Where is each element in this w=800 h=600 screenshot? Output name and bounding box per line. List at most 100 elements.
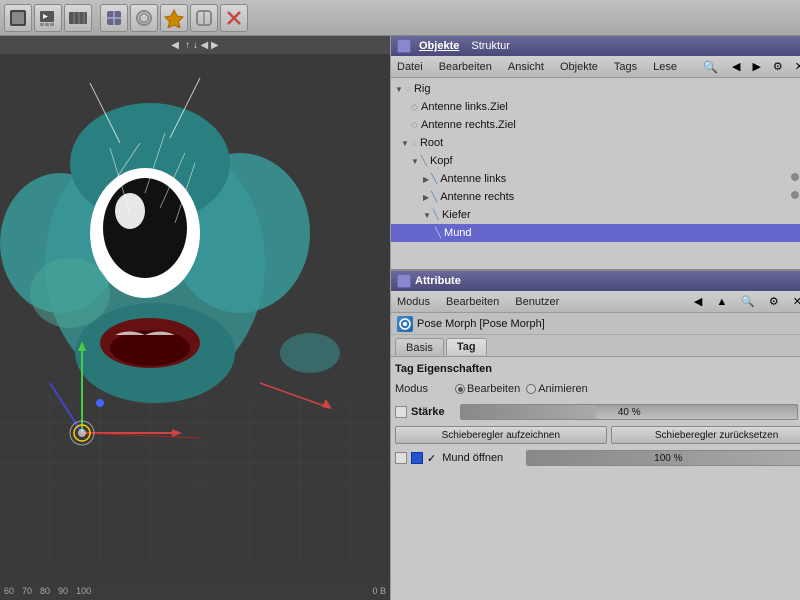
tab-basis[interactable]: Basis <box>395 338 444 356</box>
tree-item-antenne-links-ziel[interactable]: ⬦ Antenne links.Ziel <box>391 98 800 116</box>
tree-icon-kopf: ╲ <box>421 156 427 167</box>
settings-icon[interactable]: ⚙ <box>773 60 783 73</box>
tree-label-al2: Antenne links <box>440 173 800 185</box>
attr-nav-left[interactable]: ◀ <box>694 295 702 308</box>
attr-menu-modus[interactable]: Modus <box>395 296 432 308</box>
tick-60: 60 <box>4 586 14 596</box>
slider-buttons: Schieberegler aufzeichnen Schieberegler … <box>395 426 800 444</box>
right-panel: Objekte Struktur Datei Bearbeiten Ansich… <box>390 36 800 600</box>
obj-menu-bearbeiten[interactable]: Bearbeiten <box>437 61 494 73</box>
toolbar-btn-5[interactable] <box>130 4 158 32</box>
tree-item-root[interactable]: ▼ ○ Root <box>391 134 800 152</box>
attr-content: Tag Eigenschaften Modus Bearbeiten <box>391 357 800 600</box>
tick-80: 80 <box>40 586 50 596</box>
object-manager: Objekte Struktur Datei Bearbeiten Ansich… <box>391 36 800 271</box>
tree-item-antenne-rechts-ziel[interactable]: ⬦ Antenne rechts.Ziel <box>391 116 800 134</box>
search-icon[interactable]: 🔍 <box>703 60 718 74</box>
nav-right-icon[interactable]: ▶ <box>752 60 760 73</box>
tree-arrow-al2: ▶ <box>423 175 429 184</box>
tree-icon-ar2: ╲ <box>431 192 437 203</box>
radio-bearbeiten-label: Bearbeiten <box>467 383 520 395</box>
starke-checkbox[interactable] <box>395 406 407 418</box>
radio-bearbeiten[interactable]: Bearbeiten <box>455 383 520 395</box>
tree-label-root: Root <box>420 137 800 149</box>
tree-item-antenne-links[interactable]: ▶ ╲ Antenne links ✕ <box>391 170 800 188</box>
viewport-nav-arrows[interactable]: ↑ ↓ ◀ ▶ <box>185 40 219 51</box>
tree-dots-ar2: ✕ <box>791 191 800 204</box>
radio-animieren-label: Animieren <box>538 383 588 395</box>
mund-slider[interactable]: 100 % <box>526 450 800 466</box>
toolbar-btn-1[interactable] <box>4 4 32 32</box>
attr-tabs: Basis Tag <box>391 335 800 357</box>
main-toolbar <box>0 0 800 36</box>
modus-label: Modus <box>395 383 455 395</box>
starke-slider[interactable]: 40 % <box>460 404 798 420</box>
toolbar-btn-close[interactable] <box>220 4 248 32</box>
tree-arrow-kopf: ▼ <box>411 157 419 166</box>
obj-tab-struktur[interactable]: Struktur <box>467 40 514 52</box>
tree-item-kiefer[interactable]: ▼ ╲ Kiefer <box>391 206 800 224</box>
toolbar-btn-7[interactable] <box>190 4 218 32</box>
tree-item-kopf[interactable]: ▼ ╲ Kopf <box>391 152 800 170</box>
btn-aufzeichnen[interactable]: Schieberegler aufzeichnen <box>395 426 607 444</box>
attr-header: Attribute <box>391 271 800 291</box>
obj-menu-objekte[interactable]: Objekte <box>558 61 600 73</box>
attr-menu-benutzer[interactable]: Benutzer <box>513 296 561 308</box>
bottom-right-label: 0 B <box>372 586 386 596</box>
scene-svg <box>0 54 390 582</box>
obj-menu-ansicht[interactable]: Ansicht <box>506 61 546 73</box>
attr-nav-up[interactable]: ▲ <box>716 296 727 308</box>
attr-search-icon[interactable]: 🔍 <box>741 295 755 308</box>
tick-70: 70 <box>22 586 32 596</box>
mund-outer-checkbox[interactable] <box>395 452 407 464</box>
tree-icon-al: ⬦ <box>411 102 418 113</box>
pose-morph-icon <box>397 316 413 332</box>
toolbar-btn-3[interactable] <box>64 4 92 32</box>
dot1 <box>791 173 799 181</box>
radio-animieren[interactable]: Animieren <box>526 383 588 395</box>
attr-header-icon <box>397 274 411 288</box>
section-header-tag: Tag Eigenschaften <box>395 363 800 375</box>
tree-icon-ar: ⬦ <box>411 120 418 131</box>
tree-label-rig: Rig <box>414 83 800 95</box>
tick-90: 90 <box>58 586 68 596</box>
attr-close-icon[interactable]: ✕ <box>793 295 800 308</box>
attr-menu-bearbeiten[interactable]: Bearbeiten <box>444 296 501 308</box>
btn-zuruecksetzen[interactable]: Schieberegler zurücksetzen <box>611 426 800 444</box>
close-icon[interactable]: ✕ <box>795 60 800 73</box>
radio-animieren-circle <box>526 384 536 394</box>
attr-menubar: Modus Bearbeiten Benutzer ◀ ▲ 🔍 ⚙ ✕ + <box>391 291 800 313</box>
modus-row: Modus Bearbeiten Animieren <box>395 379 800 399</box>
starke-value: 40 % <box>618 407 641 418</box>
obj-manager-header: Objekte Struktur <box>391 36 800 56</box>
viewport-menu-icon[interactable]: ◀ <box>171 40 179 51</box>
viewport-bottombar: 60 70 80 90 100 0 B <box>0 582 390 600</box>
obj-menu-lese[interactable]: Lese <box>651 61 679 73</box>
object-tree: ▼ ○ Rig ⬦ Antenne links.Ziel <box>391 78 800 269</box>
tree-icon-al2: ╲ <box>431 174 437 185</box>
tree-item-antenne-rechts[interactable]: ▶ ╲ Antenne rechts ✕ <box>391 188 800 206</box>
tree-arrow-ar2: ▶ <box>423 193 429 202</box>
obj-tab-objekte[interactable]: Objekte <box>415 40 463 52</box>
main-area: ◀ ↑ ↓ ◀ ▶ <box>0 36 800 600</box>
attr-settings-icon[interactable]: ⚙ <box>769 295 779 308</box>
obj-menu-tags[interactable]: Tags <box>612 61 639 73</box>
starke-fill <box>461 405 596 419</box>
tree-label-ar2: Antenne rechts <box>440 191 800 203</box>
tab-tag[interactable]: Tag <box>446 338 487 356</box>
radio-group: Bearbeiten Animieren <box>455 383 588 395</box>
tree-label-kiefer: Kiefer <box>442 209 800 221</box>
mund-row: ✓ Mund öffnen 100 % <box>395 447 800 469</box>
toolbar-btn-6[interactable] <box>160 4 188 32</box>
pose-morph-bar: Pose Morph [Pose Morph] <box>391 313 800 335</box>
nav-left-icon[interactable]: ◀ <box>732 60 740 73</box>
tree-item-mund[interactable]: ╲ Mund <box>391 224 800 242</box>
mund-check-icon: ✓ <box>427 452 436 465</box>
toolbar-btn-2[interactable] <box>34 4 62 32</box>
3d-viewport[interactable]: ◀ ↑ ↓ ◀ ▶ <box>0 36 390 600</box>
obj-menu-datei[interactable]: Datei <box>395 61 425 73</box>
mund-inner-checkbox[interactable] <box>411 452 423 464</box>
tree-icon-mund: ╲ <box>435 228 441 239</box>
toolbar-btn-4[interactable] <box>100 4 128 32</box>
tree-item-rig[interactable]: ▼ ○ Rig <box>391 80 800 98</box>
